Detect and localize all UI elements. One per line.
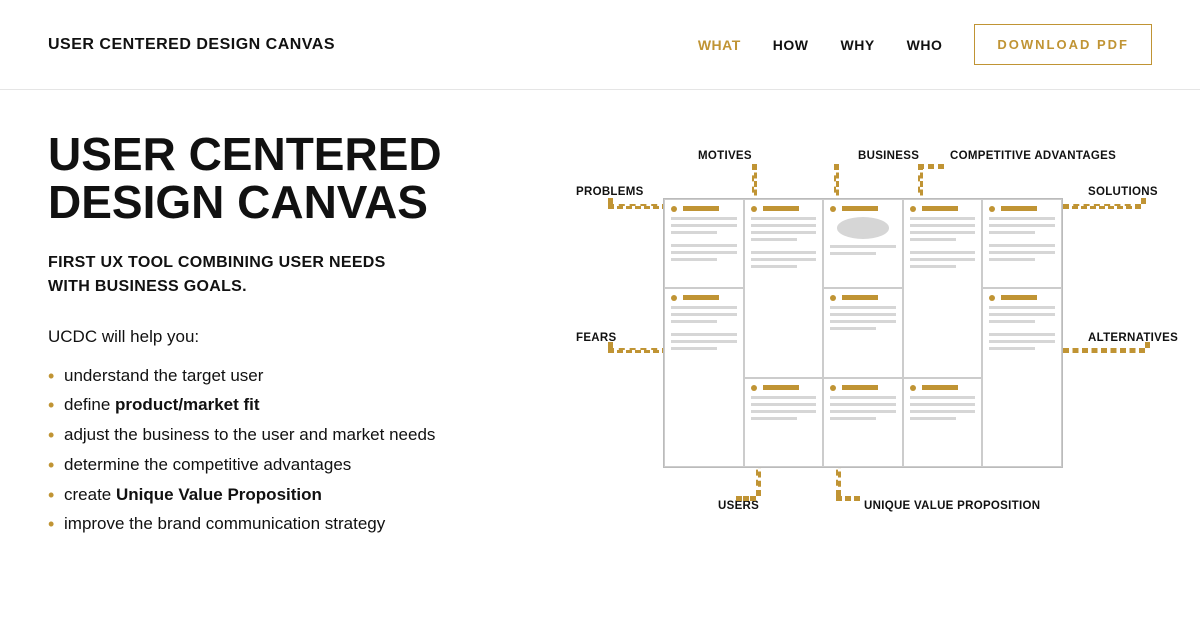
subtitle-line-2: WITH BUSINESS GOALS.: [48, 278, 247, 295]
nav-how[interactable]: HOW: [773, 37, 809, 53]
page-subtitle: FIRST UX TOOL COMBINING USER NEEDS WITH …: [48, 251, 528, 299]
nav-why[interactable]: WHY: [841, 37, 875, 53]
title-line-1: USER CENTERED: [48, 128, 442, 180]
nav-who[interactable]: WHO: [907, 37, 943, 53]
hero-right: MOTIVES BUSINESS COMPETITIVE ADVANTAGES …: [568, 130, 1158, 556]
header-right: WHAT HOW WHY WHO DOWNLOAD PDF: [698, 24, 1152, 65]
cell-fears: [664, 288, 744, 467]
dot-icon: [830, 385, 836, 391]
canvas-grid: [663, 198, 1063, 468]
connector: [918, 164, 944, 169]
label-alternatives: ALTERNATIVES: [1088, 332, 1178, 344]
cell-mid: [823, 288, 903, 377]
subtitle-line-1: FIRST UX TOOL COMBINING USER NEEDS: [48, 254, 386, 271]
cell-business: [823, 199, 903, 288]
dot-icon: [751, 206, 757, 212]
header: USER CENTERED DESIGN CANVAS WHAT HOW WHY…: [0, 0, 1200, 90]
label-business: BUSINESS: [858, 150, 919, 162]
list-item: understand the target user: [48, 361, 528, 391]
nav-what[interactable]: WHAT: [698, 37, 741, 53]
dot-icon: [751, 385, 757, 391]
list-item: improve the brand communication strategy: [48, 509, 528, 539]
cell-competitive-advantages: [903, 199, 983, 378]
list-item: determine the competitive advantages: [48, 450, 528, 480]
connector: [608, 198, 613, 204]
nav: WHAT HOW WHY WHO: [698, 37, 943, 53]
intro-text: UCDC will help you:: [48, 327, 528, 347]
benefit-list: understand the target user define produc…: [48, 361, 528, 540]
cell-motives: [744, 199, 824, 378]
title-line-2: DESIGN CANVAS: [48, 176, 428, 228]
dot-icon: [671, 206, 677, 212]
list-item: adjust the business to the user and mark…: [48, 420, 528, 450]
logo: USER CENTERED DESIGN CANVAS: [48, 36, 335, 54]
connector: [836, 496, 860, 501]
dot-icon: [910, 206, 916, 212]
download-pdf-button[interactable]: DOWNLOAD PDF: [974, 24, 1152, 65]
label-uvp: UNIQUE VALUE PROPOSITION: [864, 500, 1040, 512]
cell-users: [744, 378, 824, 467]
page-title: USER CENTERED DESIGN CANVAS: [48, 130, 528, 227]
dot-icon: [989, 295, 995, 301]
list-item: define product/market fit: [48, 390, 528, 420]
dot-icon: [989, 206, 995, 212]
cell-alternatives: [982, 288, 1062, 467]
connector: [1063, 348, 1145, 353]
connector: [1063, 204, 1141, 209]
cell-uvp: [823, 378, 903, 467]
connector: [1145, 342, 1150, 348]
main: USER CENTERED DESIGN CANVAS FIRST UX TOO…: [0, 90, 1200, 556]
label-solutions: SOLUTIONS: [1088, 186, 1158, 198]
connector: [608, 204, 668, 209]
label-motives: MOTIVES: [698, 150, 752, 162]
cell-solutions: [982, 199, 1062, 288]
dot-icon: [830, 206, 836, 212]
label-competitive-advantages: COMPETITIVE ADVANTAGES: [950, 150, 1116, 162]
label-users: USERS: [718, 500, 759, 512]
connector: [608, 342, 613, 348]
dot-icon: [910, 385, 916, 391]
label-problems: PROBLEMS: [576, 186, 644, 198]
list-item: create Unique Value Proposition: [48, 480, 528, 510]
cell-problems: [664, 199, 744, 288]
connector: [608, 348, 668, 353]
hero-left: USER CENTERED DESIGN CANVAS FIRST UX TOO…: [48, 130, 528, 556]
dot-icon: [671, 295, 677, 301]
dot-icon: [830, 295, 836, 301]
cell-extra: [903, 378, 983, 467]
connector: [1141, 198, 1146, 204]
canvas-diagram: MOTIVES BUSINESS COMPETITIVE ADVANTAGES …: [568, 136, 1158, 556]
connector: [736, 496, 756, 501]
